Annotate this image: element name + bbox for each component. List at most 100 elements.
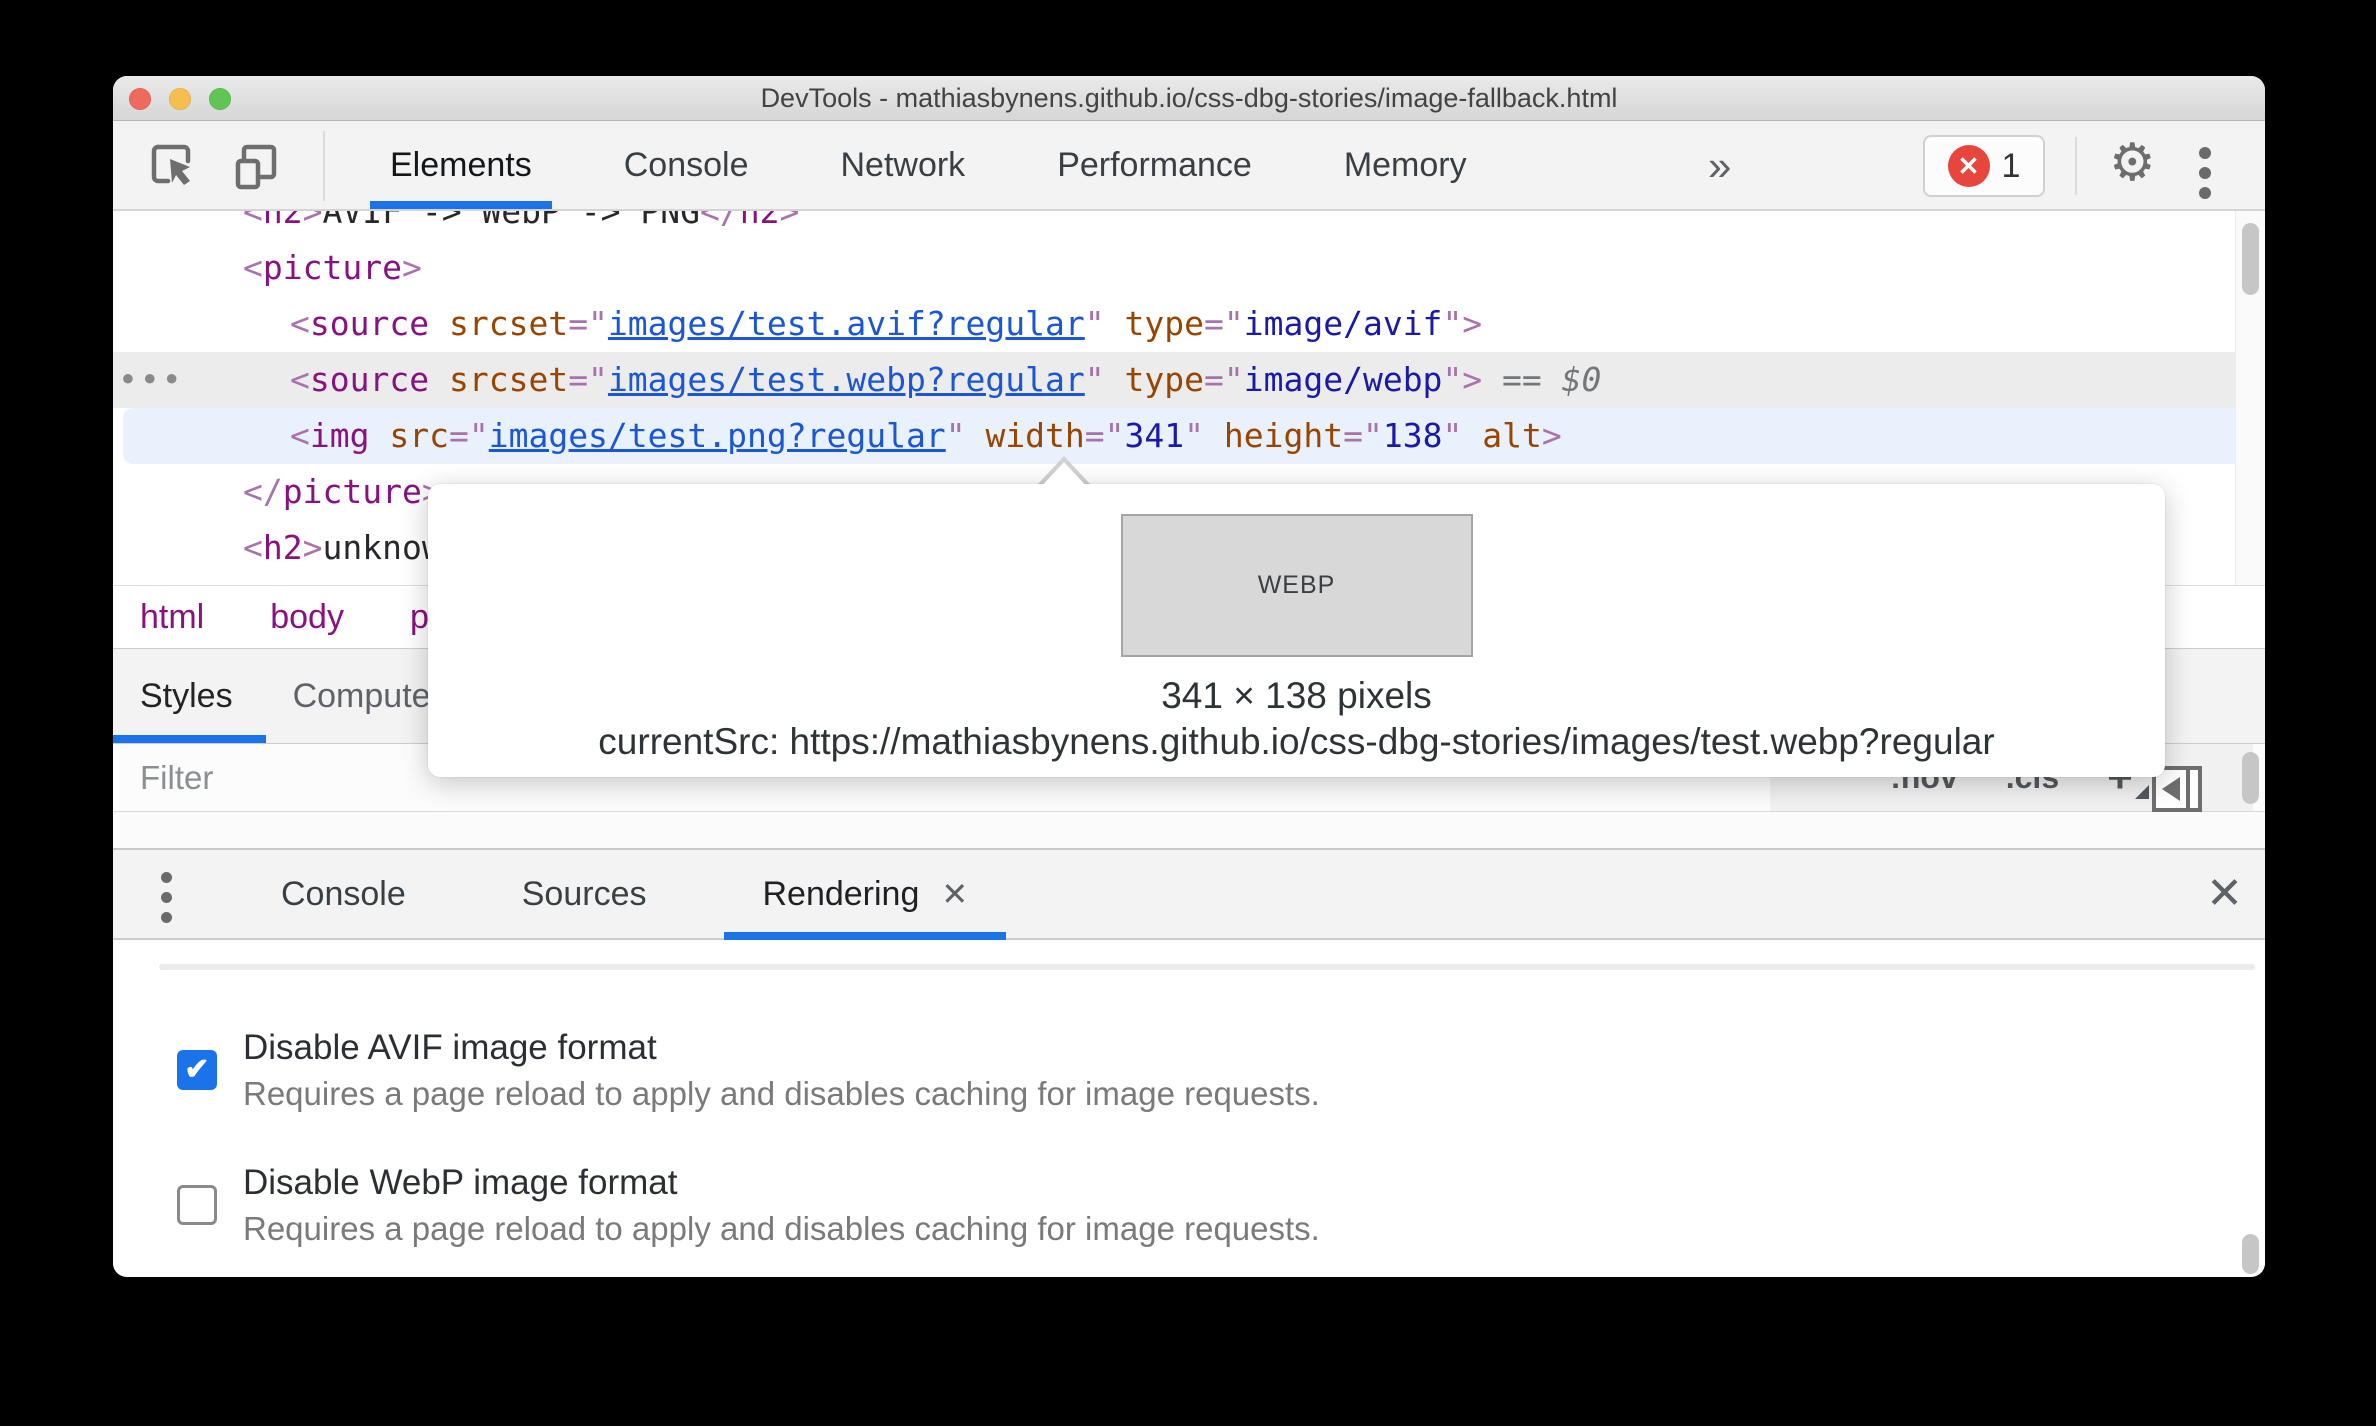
dom-row[interactable]: <source srcset="images/test.avif?regular…	[113, 296, 2265, 352]
code-punct: >	[401, 248, 422, 287]
dom-row[interactable]: <img src="images/test.png?regular" width…	[123, 408, 2265, 464]
option-label: Disable WebP image format	[243, 1163, 678, 1202]
tab-performance[interactable]: Performance	[1057, 121, 1252, 209]
code-metai: $0	[1561, 360, 1602, 399]
code-attr: width	[985, 416, 1085, 455]
error-count: 1	[2001, 146, 2021, 185]
dom-row[interactable]: ••• <source srcset="images/test.webp?regu…	[113, 352, 2265, 408]
close-tab-icon[interactable]: ✕	[941, 875, 968, 913]
code-link[interactable]: images/test.webp?regular	[608, 360, 1085, 399]
desktop-background: DevTools - mathiasbynens.github.io/css-d…	[0, 0, 2376, 1426]
code-punct: <	[290, 416, 310, 455]
styles-scrollbar-thumb[interactable]	[2242, 752, 2259, 804]
rendering-divider	[159, 964, 2255, 970]
settings-gear-icon[interactable]: ⚙	[2109, 133, 2156, 193]
drawer-tab-console[interactable]: Console	[243, 850, 444, 938]
code-punct: "	[1084, 304, 1105, 343]
breadcrumb-item-body[interactable]: body	[270, 598, 344, 637]
error-circle-icon: ✕	[1947, 145, 1990, 187]
option-text: Disable WebP image format Requires a page…	[243, 1161, 1320, 1251]
rendering-option: ✔ Disable AVIF image format Requires a pag…	[177, 1026, 1320, 1116]
code-tag: picture	[262, 248, 402, 287]
breadcrumb-item-html[interactable]: html	[140, 598, 204, 637]
image-current-src: currentSrc: https://mathiasbynens.github…	[598, 721, 1995, 762]
code-punct: </	[700, 211, 740, 231]
code-val: 341	[1124, 416, 1185, 455]
drawer-tab-rendering[interactable]: Rendering ✕	[724, 850, 1006, 940]
code-punct: <	[243, 528, 263, 567]
error-count-badge[interactable]: ✕ 1	[1923, 135, 2045, 197]
code-punct: ="	[1343, 416, 1383, 455]
drawer-menu-icon[interactable]	[161, 872, 172, 923]
row-menu-dots-icon[interactable]: •••	[118, 352, 182, 408]
image-preview-tooltip: WEBP 341 × 138 pixels currentSrc: https:…	[428, 484, 2165, 777]
option-text: Disable AVIF image format Requires a page…	[243, 1026, 1320, 1116]
code-tag: source	[309, 304, 430, 343]
code-punct: ="	[448, 416, 489, 455]
elements-scrollbar-thumb[interactable]	[2242, 223, 2259, 295]
tab-elements[interactable]: Elements	[370, 121, 552, 209]
code-punct: >	[302, 528, 323, 567]
drawer-tab-sources[interactable]: Sources	[484, 850, 685, 938]
drawer-scrollbar-thumb[interactable]	[2242, 1234, 2259, 1274]
devtools-toolbar: Elements Console Network Performance Memory …	[113, 121, 2265, 211]
drawer-tab-label: Rendering	[762, 874, 920, 913]
close-drawer-icon[interactable]: ✕	[2206, 868, 2243, 919]
code-attr: srcset	[448, 360, 569, 399]
new-rule-menu-corner-icon	[2134, 784, 2149, 799]
checked-checkbox[interactable]: ✔	[177, 1050, 217, 1090]
code-tag: h2	[262, 528, 303, 567]
code-tag: h2	[262, 211, 303, 231]
devtools-window: DevTools - mathiasbynens.github.io/css-d…	[113, 76, 2265, 1277]
code-punct: ">	[1442, 304, 1483, 343]
panel-tabs: Elements Console Network Performance Memory	[370, 121, 1467, 209]
code-attr: alt	[1482, 416, 1542, 455]
styles-tab-computed[interactable]: Computed	[293, 677, 450, 716]
code-punct: ="	[568, 304, 608, 343]
code-tag: img	[309, 416, 370, 455]
tab-memory[interactable]: Memory	[1344, 121, 1467, 209]
drawer-tab-label: Sources	[521, 874, 647, 913]
code-punct: <	[243, 248, 263, 287]
title-bar[interactable]: DevTools - mathiasbynens.github.io/css-d…	[113, 76, 2265, 121]
drawer-tab-label: Console	[281, 874, 406, 913]
option-label: Disable AVIF image format	[243, 1028, 657, 1067]
code-tag: source	[309, 360, 430, 399]
code-punct: ">	[1442, 360, 1483, 399]
code-val: image/avif	[1243, 304, 1443, 343]
toolbar-divider	[323, 131, 325, 201]
code-tag: h2	[739, 211, 780, 231]
code-punct: ="	[568, 360, 608, 399]
code-link[interactable]: images/test.avif?regular	[608, 304, 1085, 343]
more-panels-icon[interactable]: »	[1708, 121, 1731, 211]
option-description: Requires a page reload to apply and disa…	[243, 1075, 1320, 1112]
tab-network[interactable]: Network	[840, 121, 965, 209]
device-toolbar-icon[interactable]	[234, 143, 282, 196]
code-punct: <	[290, 304, 310, 343]
window-title: DevTools - mathiasbynens.github.io/css-d…	[760, 83, 1618, 113]
devtools-menu-icon[interactable]	[2199, 147, 2211, 199]
tab-console[interactable]: Console	[624, 121, 749, 209]
code-text: AVIF -> WebP -> PNG	[322, 211, 701, 231]
toolbar-divider	[2075, 137, 2077, 195]
dom-row[interactable]: <h2>AVIF -> WebP -> PNG</h2>	[113, 211, 2265, 240]
rendering-panel: ✔ Disable AVIF image format Requires a pag…	[113, 940, 2265, 1277]
inspect-element-icon[interactable]	[150, 143, 196, 194]
code-punct: "	[1442, 416, 1463, 455]
code-attr: src	[389, 416, 449, 455]
drawer-tabbar: Console Sources Rendering ✕ ✕	[113, 848, 2265, 940]
unchecked-checkbox[interactable]	[177, 1185, 217, 1225]
code-link[interactable]: images/test.png?regular	[489, 416, 946, 455]
code-punct: "	[1084, 360, 1105, 399]
code-punct: ="	[1204, 304, 1244, 343]
code-punct: >	[1541, 416, 1562, 455]
dom-row[interactable]: <picture>	[113, 240, 2265, 296]
code-meta: ==	[1482, 360, 1562, 399]
styles-tab-styles[interactable]: Styles	[140, 677, 233, 716]
